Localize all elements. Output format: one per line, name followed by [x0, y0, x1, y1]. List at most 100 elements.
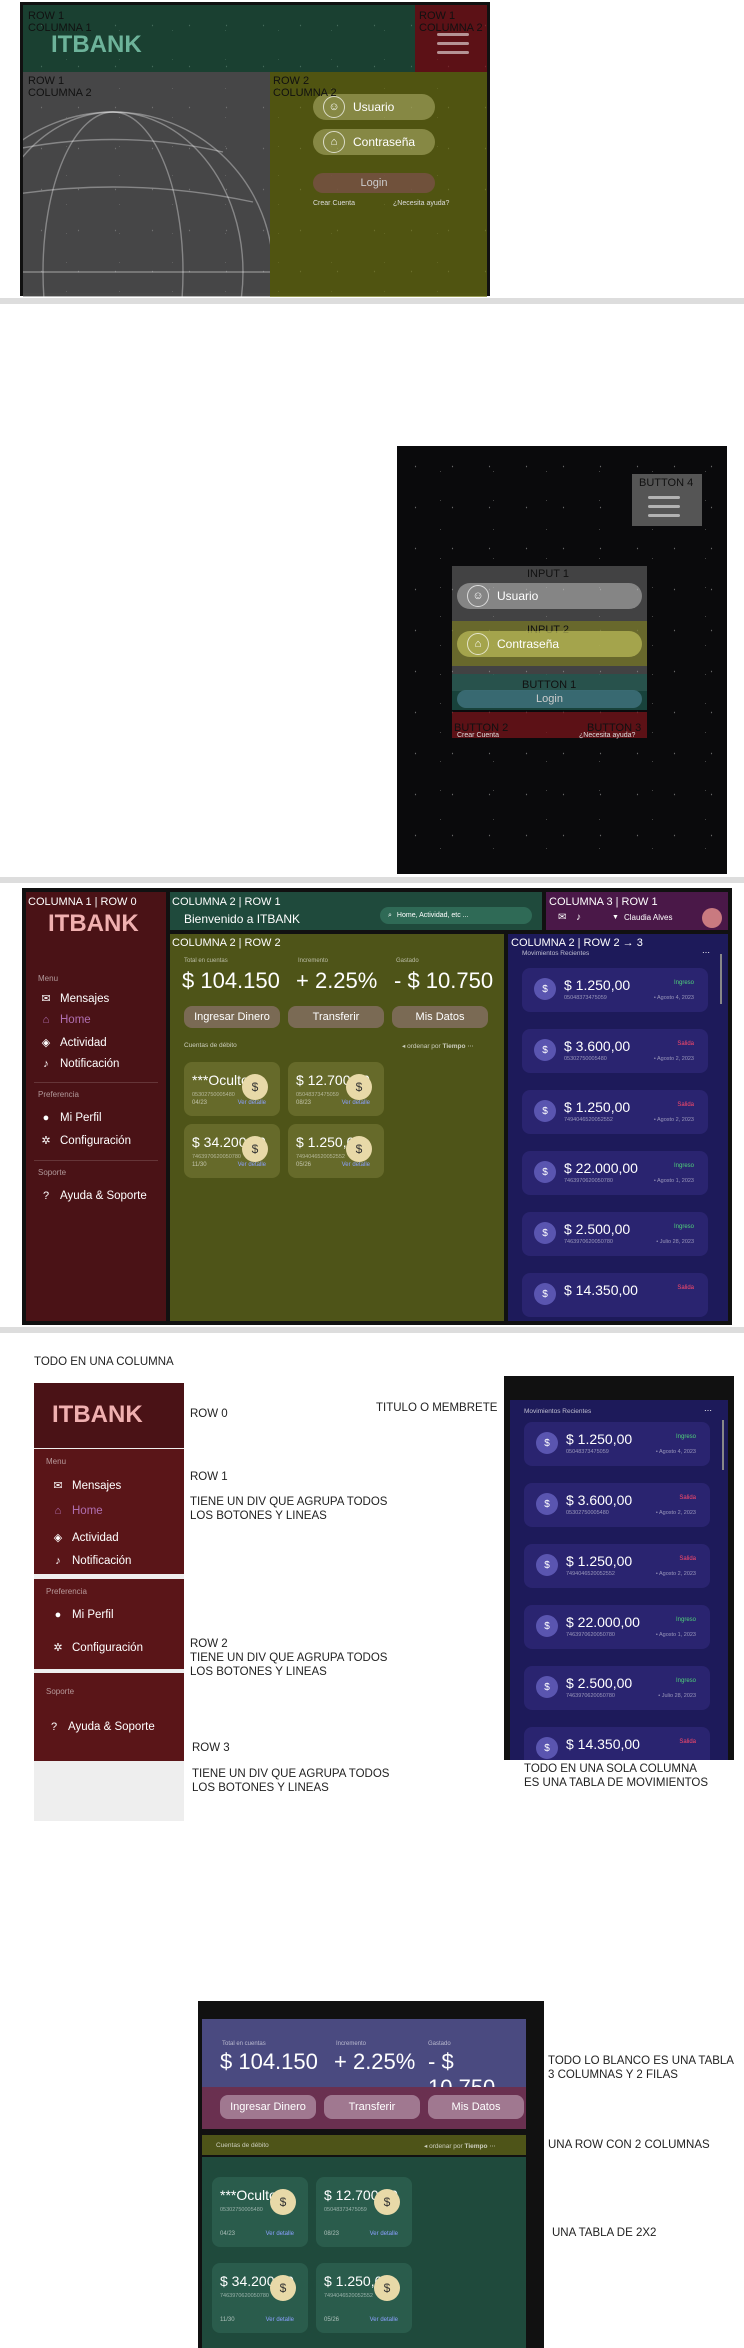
movement-item[interactable]: $ $ 1.250,00 7494046520052552 Salida • Agost…: [524, 1544, 710, 1588]
deposit-button[interactable]: Ingresar Dinero: [220, 2095, 316, 2119]
account-card[interactable]: ***Oculto 05302750005480 04/23 Ver detalle $: [212, 2177, 308, 2247]
money-bag-icon: $: [536, 1432, 558, 1454]
movement-item[interactable]: $ $ 1.250,00 7494046520052552 Salida • Agost…: [522, 1090, 708, 1134]
password-field[interactable]: ⌂ Contraseña: [313, 129, 435, 155]
dashboard-desktop: ITBANK Menu ✉ Mensajes ⌂ Home ◈ Actividad ♪…: [22, 888, 732, 1325]
card-detail-link[interactable]: Ver detalle: [266, 2317, 294, 2323]
account-card[interactable]: $ 12.700,00 05048373475059 08/23 Ver detall…: [288, 1062, 384, 1116]
card-number: 7494046520052552: [296, 1154, 345, 1160]
movement-item[interactable]: $ $ 2.500,00 7463970620050780 Ingreso • Juli…: [522, 1212, 708, 1256]
card-detail-link[interactable]: Ver detalle: [370, 2317, 398, 2323]
dashboard-main: Total en cuentas $ 104.150 Incremento + …: [170, 934, 504, 1321]
help-link[interactable]: ¿Necesita ayuda?: [579, 732, 635, 739]
password-field[interactable]: ⌂ Contraseña: [457, 631, 642, 657]
username-field[interactable]: ☺ Usuario: [457, 583, 642, 609]
mail-icon[interactable]: ✉: [558, 912, 566, 923]
message-icon: ✉: [53, 1480, 63, 1492]
create-account-link[interactable]: Crear Cuenta: [457, 732, 499, 739]
sidebar-item-mensajes[interactable]: ✉ Mensajes: [40, 992, 109, 1006]
movement-item[interactable]: $ $ 14.350,00 Salida: [522, 1273, 708, 1317]
movement-item[interactable]: $ $ 1.250,00 05048373475059 Ingreso • Agosto…: [524, 1422, 710, 1466]
search-input[interactable]: ⌕ Home, Actividad, etc ...: [380, 907, 532, 924]
deposit-button[interactable]: Ingresar Dinero: [184, 1006, 280, 1028]
movement-date: • Agosto 2, 2023: [653, 1056, 694, 1062]
hamburger-icon[interactable]: [437, 33, 469, 54]
gear-icon: ✲: [41, 1135, 51, 1147]
movement-type: Salida: [679, 1739, 696, 1745]
movement-item[interactable]: $ $ 22.000,00 7463970620050780 Ingreso • Ago…: [522, 1151, 708, 1195]
summary-inc: + 2.25%: [334, 2049, 416, 2074]
movement-amount: $ 1.250,00: [566, 1553, 633, 1569]
card-detail-link[interactable]: Ver detalle: [370, 2231, 398, 2237]
sidebar-item-mensajes[interactable]: ✉ Mensajes: [52, 1479, 121, 1493]
login-button[interactable]: Login: [457, 690, 642, 708]
sidebar-item-ayuda[interactable]: ? Ayuda & Soporte: [48, 1721, 155, 1733]
sidebar-item-perfil[interactable]: ● Mi Perfil: [40, 1112, 102, 1124]
movement-amount: $ 22.000,00: [564, 1160, 638, 1176]
sidebar-item-home[interactable]: ⌂ Home: [52, 1505, 103, 1517]
sidebar-item-config[interactable]: ✲ Configuración: [40, 1134, 131, 1148]
card-expiry: 11/30: [192, 1162, 207, 1168]
movement-amount: $ 2.500,00: [564, 1221, 631, 1237]
more-icon[interactable]: ⋯: [704, 1406, 712, 1415]
scrollbar[interactable]: [722, 1420, 724, 1470]
movement-amount: $ 1.250,00: [564, 977, 631, 993]
sidebar-item-actividad[interactable]: ◈ Actividad: [52, 1531, 119, 1545]
sort-control[interactable]: ◂ ordenar por Tiempo ⋯: [402, 1042, 474, 1050]
account-card[interactable]: $ 12.700,00 05048373475059 08/23 Ver detall…: [316, 2177, 412, 2247]
lock-icon: ⌂: [467, 633, 489, 655]
login-button[interactable]: Login: [313, 173, 435, 193]
card-detail-link[interactable]: Ver detalle: [342, 1100, 370, 1106]
card-detail-link[interactable]: Ver detalle: [238, 1162, 266, 1168]
sidebar-item-notificacion[interactable]: ♪ Notificación: [52, 1555, 131, 1567]
account-card[interactable]: ***Oculto 05302750005480 04/23 Ver detalle $: [184, 1062, 280, 1116]
more-icon[interactable]: ⋯: [702, 948, 710, 957]
account-card[interactable]: $ 1.250,00 7494046520052552 05/26 Ver detal…: [288, 1124, 384, 1178]
account-card[interactable]: $ 34.200,00 7463970620050780 11/30 Ver deta…: [184, 1124, 280, 1178]
transfer-button[interactable]: Transferir: [324, 2095, 420, 2119]
movement-item[interactable]: $ $ 2.500,00 7463970620050780 Ingreso • Juli…: [524, 1666, 710, 1710]
label-r1c1: ROW 1 COLUMNA 1: [28, 10, 92, 34]
sidebar-item-perfil[interactable]: ● Mi Perfil: [52, 1609, 114, 1621]
label-button4: BUTTON 4: [639, 477, 694, 489]
movement-amount: $ 3.600,00: [566, 1492, 633, 1508]
card-detail-link[interactable]: Ver detalle: [342, 1162, 370, 1168]
my-data-button[interactable]: Mis Datos: [392, 1006, 488, 1028]
card-detail-link[interactable]: Ver detalle: [266, 2231, 294, 2237]
movement-item[interactable]: $ $ 3.600,00 05302750005480 Salida • Agosto …: [524, 1483, 710, 1527]
movement-item[interactable]: $ $ 3.600,00 05302750005480 Salida • Agosto …: [522, 1029, 708, 1073]
card-detail-link[interactable]: Ver detalle: [238, 1100, 266, 1106]
movement-item[interactable]: $ $ 22.000,00 7463970620050780 Ingreso • Ago…: [524, 1605, 710, 1649]
help-link[interactable]: ¿Necesita ayuda?: [393, 200, 449, 207]
movement-item[interactable]: $ $ 14.350,00 Salida: [524, 1727, 710, 1760]
summary-total-label: Total en cuentas: [222, 2041, 266, 2047]
sidebar-row0: ITBANK: [34, 1383, 184, 1448]
card-expiry: 05/26: [296, 1162, 312, 1168]
activity-icon: ◈: [41, 1037, 51, 1049]
movement-account: 05302750005480: [566, 1510, 609, 1516]
account-card[interactable]: $ 1.250,00 7494046520052552 05/26 Ver detal…: [316, 2263, 412, 2333]
brand-logo: ITBANK: [48, 910, 139, 937]
sidebar-item-ayuda[interactable]: ? Ayuda & Soporte: [40, 1190, 147, 1202]
sidebar-item-config[interactable]: ✲ Configuración: [52, 1641, 143, 1655]
bell-icon: ♪: [55, 1555, 61, 1567]
scrollbar[interactable]: [720, 954, 722, 1004]
sidebar-item-home[interactable]: ⌂ Home: [40, 1014, 91, 1026]
account-card[interactable]: $ 34.200,00 7463970620050780 11/30 Ver deta…: [212, 2263, 308, 2333]
chevron-down-icon[interactable]: ▼: [612, 914, 619, 921]
note-row3b: TIENE UN DIV QUE AGRUPA TODOS LOS BOTONE…: [192, 1768, 390, 1794]
movement-type: Ingreso: [673, 1163, 694, 1169]
sort-control[interactable]: ◂ ordenar por Tiempo ⋯: [424, 2142, 496, 2150]
bell-icon[interactable]: ♪: [576, 912, 581, 923]
sidebar-item-notificacion[interactable]: ♪ Notificación: [40, 1058, 119, 1070]
note-row2col: UNA ROW CON 2 COLUMNAS: [548, 2139, 710, 2151]
movement-item[interactable]: $ $ 1.250,00 05048373475059 Ingreso • Agosto…: [522, 968, 708, 1012]
note-row0: ROW 0: [190, 1408, 228, 1420]
card-number: 05048373475059: [324, 2207, 367, 2213]
movement-date: • Julio 28, 2023: [656, 1239, 694, 1245]
create-account-link[interactable]: Crear Cuenta: [313, 200, 355, 207]
my-data-button[interactable]: Mis Datos: [428, 2095, 524, 2119]
avatar[interactable]: [702, 908, 722, 928]
transfer-button[interactable]: Transferir: [288, 1006, 384, 1028]
sidebar-item-actividad[interactable]: ◈ Actividad: [40, 1036, 107, 1050]
